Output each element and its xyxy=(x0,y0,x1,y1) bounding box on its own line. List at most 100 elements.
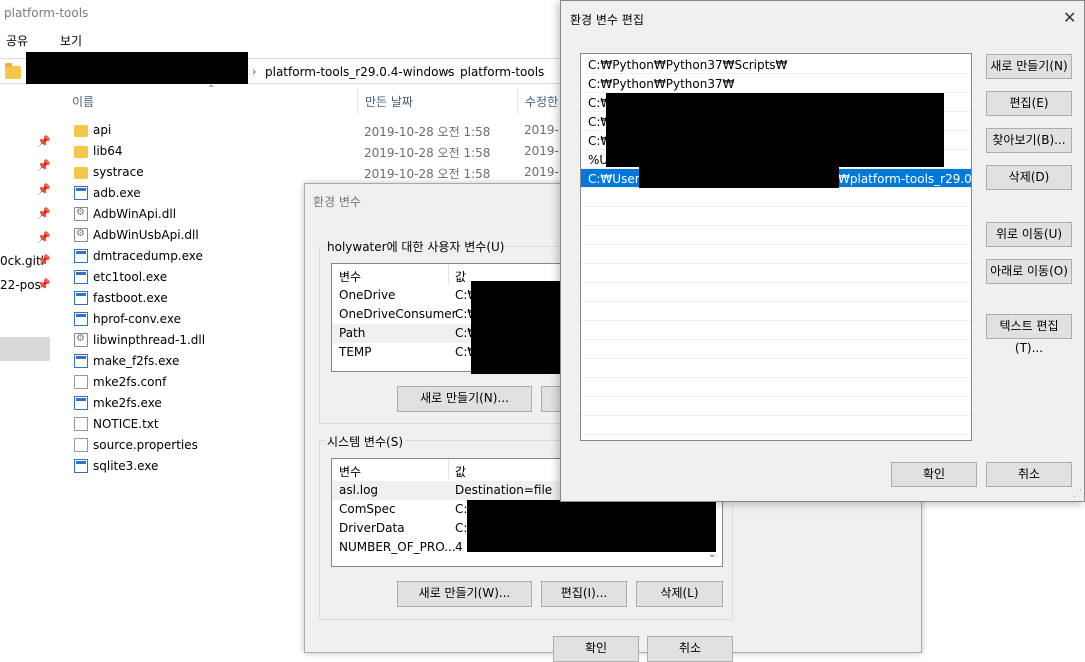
executable-icon xyxy=(74,354,88,368)
cancel-button[interactable]: 취소 xyxy=(986,462,1072,487)
pin-icon: 📌 xyxy=(37,183,51,196)
file-name: AdbWinApi.dll xyxy=(93,207,177,221)
empty-row[interactable] xyxy=(581,416,971,435)
file-row[interactable]: systrace 2019-10-28 오전 1:58 2019-1 xyxy=(72,162,572,183)
sidebar-item[interactable]: 22-pos xyxy=(0,278,41,292)
variable-name: TEMP xyxy=(339,345,372,359)
move-up-button[interactable]: 위로 이동(U) xyxy=(986,222,1072,247)
empty-row[interactable] xyxy=(581,435,971,440)
system-edit-button[interactable]: 편집(I)... xyxy=(541,581,627,607)
delete-button[interactable]: 삭제(D) xyxy=(986,165,1072,190)
path-entry[interactable]: C:₩Python₩Python37₩ xyxy=(581,74,971,93)
empty-row[interactable] xyxy=(581,188,971,207)
breadcrumb-platform-tools-windows[interactable]: platform-tools_r29.0.4-windows xyxy=(265,65,455,79)
menu-view[interactable]: 보기 xyxy=(60,32,82,49)
variable-value: 4 xyxy=(455,540,463,554)
path-entry-text: ₩platform-tools_r29.0... xyxy=(838,172,972,186)
edit-button[interactable]: 편집(E) xyxy=(986,91,1072,116)
file-row[interactable]: lib64 2019-10-28 오전 1:58 2019-1 xyxy=(72,141,572,162)
column-header-variable[interactable]: 변수 xyxy=(339,463,361,480)
executable-icon xyxy=(74,459,88,473)
system-new-button[interactable]: 새로 만들기(W)... xyxy=(397,581,532,607)
empty-row[interactable] xyxy=(581,245,971,264)
redacted-region xyxy=(467,500,716,552)
dll-file-icon xyxy=(74,333,88,347)
cancel-button[interactable]: 취소 xyxy=(647,636,733,662)
executable-icon xyxy=(74,186,88,200)
variable-value: Destination=file xyxy=(455,483,553,497)
new-button[interactable]: 새로 만들기(N) xyxy=(986,54,1072,79)
file-name: fastboot.exe xyxy=(93,291,168,305)
variable-name: Path xyxy=(339,326,366,340)
edit-environment-variable-dialog: 환경 변수 편집 ✕ C:₩Python₩Python37₩Scripts₩ C:… xyxy=(560,0,1085,502)
file-date: 2019-10-28 오전 1:58 xyxy=(364,125,491,139)
empty-row[interactable] xyxy=(581,397,971,416)
dll-file-icon xyxy=(74,228,88,242)
breadcrumb-separator: › xyxy=(446,65,451,78)
redacted-region xyxy=(639,167,839,188)
empty-row[interactable] xyxy=(581,207,971,226)
file-name: libwinpthread-1.dll xyxy=(93,333,206,347)
user-new-button[interactable]: 새로 만들기(N)... xyxy=(397,386,532,412)
breadcrumb-platform-tools[interactable]: platform-tools xyxy=(460,65,544,79)
move-down-button[interactable]: 아래로 이동(O) xyxy=(986,259,1072,284)
empty-row[interactable] xyxy=(581,283,971,302)
column-header-date[interactable]: 만든 날짜 xyxy=(365,93,413,110)
file-name: dmtracedump.exe xyxy=(93,249,203,263)
address-bar[interactable]: › platform-tools_r29.0.4-windows › platf… xyxy=(0,52,560,84)
file-name: mke2fs.conf xyxy=(93,375,167,389)
pin-icon: 📌 xyxy=(37,159,51,172)
file-name: etc1tool.exe xyxy=(93,270,168,284)
empty-row[interactable] xyxy=(581,340,971,359)
empty-row[interactable] xyxy=(581,264,971,283)
document-icon xyxy=(74,438,88,452)
ok-button[interactable]: 확인 xyxy=(891,462,977,487)
pin-icon: 📌 xyxy=(37,278,51,291)
column-header-value[interactable]: 값 xyxy=(455,268,466,285)
file-name: hprof-conv.exe xyxy=(93,312,181,326)
file-name: make_f2fs.exe xyxy=(93,354,180,368)
executable-icon xyxy=(74,312,88,326)
empty-row[interactable] xyxy=(581,359,971,378)
column-header-value[interactable]: 값 xyxy=(455,463,466,480)
dialog-title: 환경 변수 xyxy=(313,195,361,209)
sidebar-selected-item[interactable] xyxy=(0,337,50,361)
folder-icon xyxy=(74,146,88,158)
window-title: platform-tools xyxy=(4,6,89,20)
file-name: adb.exe xyxy=(93,186,141,200)
system-variables-label: 시스템 변수(S) xyxy=(325,433,405,450)
empty-row[interactable] xyxy=(581,378,971,397)
resize-grip-icon[interactable]: ⋰ xyxy=(1073,489,1082,499)
close-icon[interactable]: ✕ xyxy=(1063,8,1076,27)
system-delete-button[interactable]: 삭제(L) xyxy=(636,581,723,607)
variable-name: OneDriveConsumer xyxy=(339,307,457,321)
edit-text-button[interactable]: 텍스트 편집(T)... xyxy=(986,314,1072,355)
column-header-name[interactable]: 이름 xyxy=(72,93,94,110)
column-divider xyxy=(357,88,358,114)
redacted-region xyxy=(471,281,563,374)
breadcrumb-separator: › xyxy=(252,65,257,78)
column-header-variable[interactable]: 변수 xyxy=(339,268,361,285)
file-name: NOTICE.txt xyxy=(93,417,159,431)
file-date: 2019-10-28 오전 1:58 xyxy=(364,167,491,181)
file-row[interactable]: api 2019-10-28 오전 1:58 2019-1 xyxy=(72,120,572,141)
file-date: 2019-10-28 오전 1:58 xyxy=(364,146,491,160)
column-divider xyxy=(517,88,518,114)
path-entry[interactable]: C:₩Python₩Python37₩Scripts₩ xyxy=(581,55,971,74)
document-icon xyxy=(74,375,88,389)
browse-button[interactable]: 찾아보기(B)... xyxy=(986,128,1072,153)
file-name: source.properties xyxy=(93,438,198,452)
document-icon xyxy=(74,417,88,431)
variable-name: OneDrive xyxy=(339,288,396,302)
user-variables-label: holywater에 대한 사용자 변수(U) xyxy=(325,238,507,255)
ok-button[interactable]: 확인 xyxy=(553,636,639,662)
file-name: api xyxy=(93,123,112,137)
column-header-created[interactable]: 수정한 xyxy=(525,93,558,110)
empty-row[interactable] xyxy=(581,226,971,245)
menu-share[interactable]: 공유 xyxy=(6,32,28,49)
folder-icon xyxy=(74,125,88,137)
empty-row[interactable] xyxy=(581,302,971,321)
executable-icon xyxy=(74,396,88,410)
variable-name: asl.log xyxy=(339,483,379,497)
empty-row[interactable] xyxy=(581,321,971,340)
